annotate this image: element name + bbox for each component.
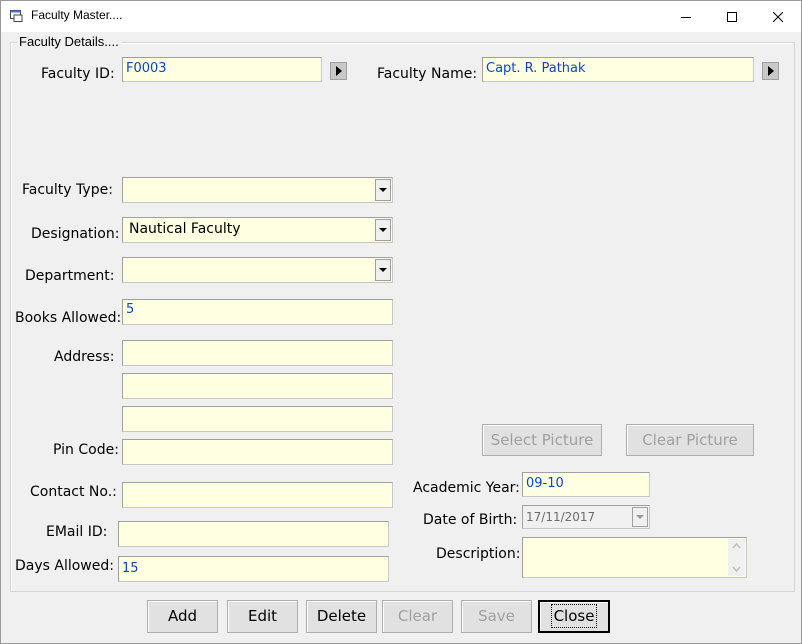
designation-label: Designation: xyxy=(31,226,120,242)
faculty-name-field[interactable]: Capt. R. Pathak xyxy=(482,57,754,82)
edit-button-label: Edit xyxy=(247,607,278,625)
date-of-birth-label: Date of Birth: xyxy=(423,512,518,528)
close-button-label: Close xyxy=(550,604,598,628)
date-of-birth-dropdown-button[interactable] xyxy=(632,507,648,527)
faculty-type-select[interactable] xyxy=(122,177,393,203)
chevron-down-icon xyxy=(379,187,387,192)
academic-year-label: Academic Year: xyxy=(413,480,520,496)
date-of-birth-value: 17/11/2017 xyxy=(526,510,596,524)
delete-button-label: Delete xyxy=(316,607,367,625)
contact-no-label: Contact No.: xyxy=(30,484,117,500)
designation-dropdown-button[interactable] xyxy=(375,219,391,241)
edit-button[interactable]: Edit xyxy=(227,600,298,633)
faculty-name-lookup-button[interactable] xyxy=(762,62,779,80)
email-id-field[interactable] xyxy=(118,521,389,547)
maximize-icon xyxy=(727,11,737,22)
designation-select[interactable]: Nautical Faculty xyxy=(122,217,393,243)
chevron-down-icon xyxy=(379,227,387,232)
description-label: Description: xyxy=(436,546,521,562)
faculty-id-field[interactable]: F0003 xyxy=(122,57,322,82)
minimize-icon xyxy=(681,16,691,18)
window-title: Faculty Master.... xyxy=(31,8,123,22)
clear-picture-button[interactable]: Clear Picture xyxy=(626,424,754,456)
play-arrow-icon xyxy=(767,66,774,76)
clear-button[interactable]: Clear xyxy=(382,600,453,633)
address-line3-field[interactable] xyxy=(122,406,393,432)
close-window-button[interactable] xyxy=(755,1,801,32)
faculty-type-dropdown-button[interactable] xyxy=(375,179,391,201)
contact-no-field[interactable] xyxy=(122,482,393,508)
description-field[interactable] xyxy=(522,537,747,578)
pin-code-field[interactable] xyxy=(122,439,393,465)
faculty-master-window: Faculty Master.... Faculty Details.... F… xyxy=(0,0,802,644)
designation-value: Nautical Faculty xyxy=(129,221,241,237)
faculty-id-lookup-button[interactable] xyxy=(330,62,347,80)
department-dropdown-button[interactable] xyxy=(375,259,391,281)
play-arrow-icon xyxy=(335,66,342,76)
academic-year-field[interactable]: 09-10 xyxy=(522,472,650,497)
faculty-name-label: Faculty Name: xyxy=(377,66,478,82)
address-label: Address: xyxy=(54,349,115,365)
delete-button[interactable]: Delete xyxy=(306,600,377,633)
select-picture-button[interactable]: Select Picture xyxy=(482,424,602,456)
save-button[interactable]: Save xyxy=(461,600,532,633)
add-button-label: Add xyxy=(167,607,198,625)
scroll-down-icon xyxy=(732,566,741,573)
minimize-button[interactable] xyxy=(663,1,709,32)
maximize-button[interactable] xyxy=(709,1,755,32)
books-allowed-label: Books Allowed: xyxy=(15,310,122,326)
title-bar[interactable]: Faculty Master.... xyxy=(1,1,801,32)
department-label: Department: xyxy=(25,268,115,284)
days-allowed-label: Days Allowed: xyxy=(15,558,114,574)
email-id-label: EMail ID: xyxy=(46,524,108,540)
faculty-id-label: Faculty ID: xyxy=(41,66,115,82)
group-legend: Faculty Details.... xyxy=(17,34,121,49)
address-line1-field[interactable] xyxy=(122,340,393,366)
days-allowed-field[interactable]: 15 xyxy=(118,556,389,582)
department-select[interactable] xyxy=(122,257,393,283)
scroll-up-icon xyxy=(732,542,741,549)
close-button[interactable]: Close xyxy=(538,600,610,633)
close-icon xyxy=(773,11,783,22)
faculty-type-label: Faculty Type: xyxy=(22,182,113,198)
chevron-down-icon xyxy=(379,267,387,272)
address-line2-field[interactable] xyxy=(122,373,393,399)
save-button-label: Save xyxy=(478,607,515,625)
add-button[interactable]: Add xyxy=(147,600,218,633)
chevron-down-icon xyxy=(636,514,644,519)
description-scrollbar[interactable] xyxy=(728,539,745,576)
books-allowed-field[interactable]: 5 xyxy=(122,299,393,325)
clear-button-label: Clear xyxy=(397,607,438,625)
pin-code-label: Pin Code: xyxy=(53,442,119,458)
form-window-icon xyxy=(10,10,23,22)
date-of-birth-picker[interactable]: 17/11/2017 xyxy=(522,505,650,529)
